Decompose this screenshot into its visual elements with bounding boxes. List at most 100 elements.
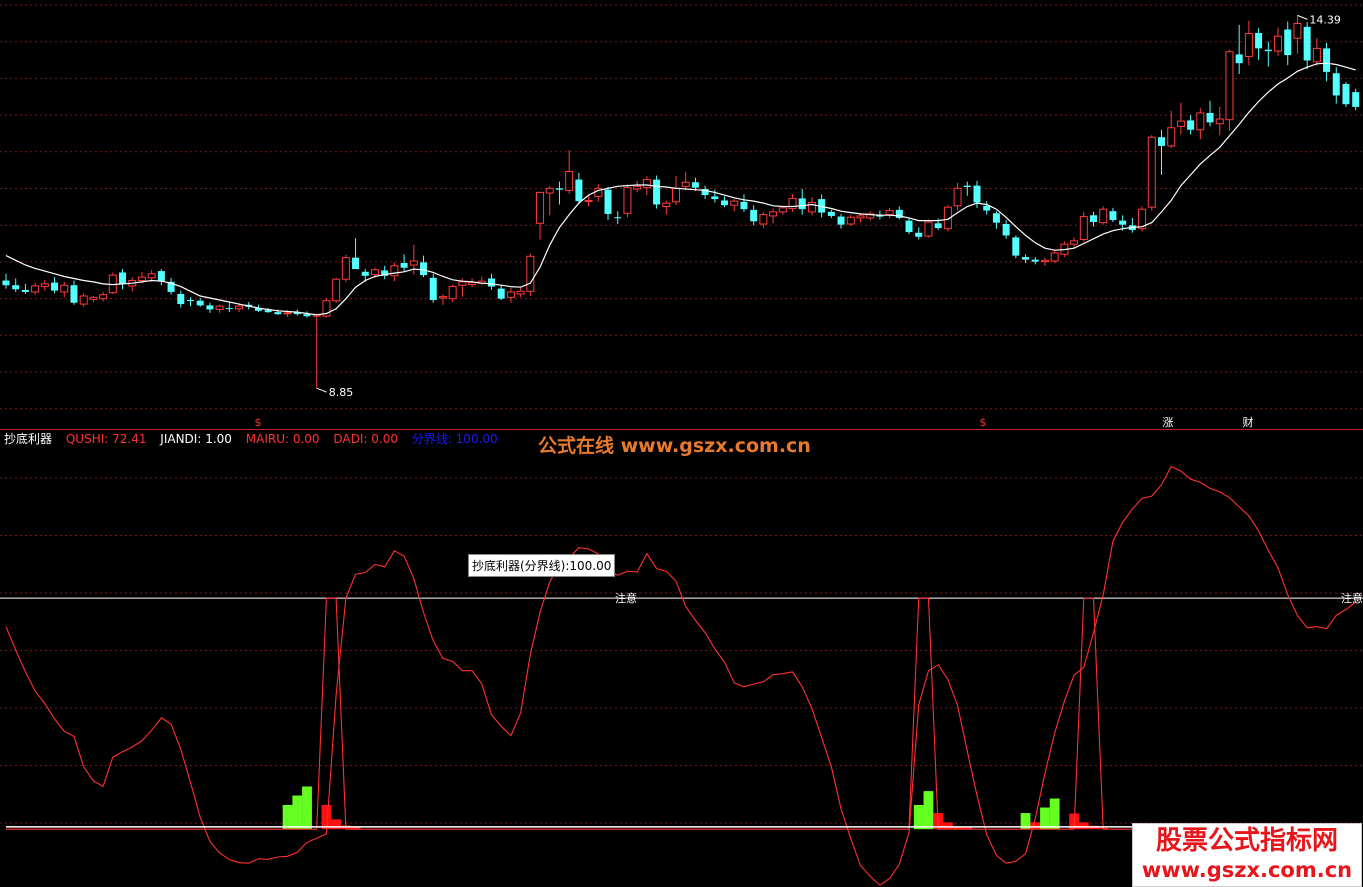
candle: [721, 196, 729, 208]
histogram-bar: [1030, 822, 1041, 830]
candle: [662, 200, 671, 215]
candle-body: [1312, 47, 1321, 63]
candle-body: [1244, 33, 1253, 57]
candle-body: [1109, 211, 1117, 220]
jiandi-value: JIANDI: 1.00: [160, 432, 232, 446]
candle-body: [458, 281, 467, 286]
candle-body: [1090, 215, 1098, 222]
candle: [1255, 28, 1263, 60]
candle-body: [691, 182, 699, 188]
candle: [788, 194, 797, 212]
candle-body: [283, 312, 292, 315]
candle: [79, 293, 88, 307]
candle: [992, 211, 1000, 229]
candle-body: [671, 187, 680, 203]
candle: [584, 196, 593, 207]
candle-body: [1187, 120, 1195, 130]
candle: [1109, 207, 1117, 222]
candle-body: [633, 185, 642, 190]
candle-body: [1050, 252, 1059, 262]
candle: [341, 254, 350, 282]
logo-title: 股票公式指标网: [1155, 826, 1338, 856]
candle: [1284, 21, 1292, 66]
candle-body: [545, 187, 554, 194]
zhuyi-label: 注意: [615, 591, 637, 605]
candle-body: [429, 277, 437, 301]
candle: [1274, 27, 1283, 56]
candle: [70, 280, 78, 305]
candle-body: [137, 276, 146, 282]
candle: [51, 277, 59, 294]
candle-body: [119, 272, 127, 284]
candle: [1138, 206, 1147, 232]
low-mark-pointer: [316, 387, 327, 393]
candle-body: [526, 255, 535, 292]
candle: [322, 298, 331, 318]
candle-body: [12, 285, 20, 290]
candle-body: [953, 187, 962, 207]
dadi-value: DADI: 0.00: [333, 432, 398, 446]
candle-body: [807, 201, 816, 213]
candle: [740, 194, 748, 212]
candle: [31, 282, 40, 295]
candle: [827, 209, 835, 218]
candle: [526, 253, 535, 296]
candle: [128, 277, 137, 292]
candle-body: [555, 188, 563, 190]
candle-body: [1176, 120, 1185, 127]
candle-body: [992, 213, 1000, 223]
candle: [1157, 129, 1165, 175]
candle: [1079, 211, 1088, 243]
event-marker: 涨: [1163, 416, 1174, 429]
candle: [312, 313, 321, 389]
candle-body: [438, 296, 447, 299]
candle-body: [730, 200, 739, 206]
candle-body: [99, 294, 108, 300]
candle: [983, 201, 991, 215]
qushi-value: QUSHI: 72.41: [65, 432, 147, 446]
candle-body: [721, 200, 729, 206]
candle-body: [973, 185, 981, 203]
candle: [12, 278, 20, 292]
candle-body: [711, 196, 719, 200]
series-tooltip: 抄底利器(分界线):100.00: [468, 554, 616, 577]
candle-body: [1293, 22, 1302, 39]
low-price-label: 8.85: [329, 386, 354, 399]
candle-body: [157, 271, 165, 282]
candle-body: [177, 293, 185, 305]
candle-body: [856, 215, 865, 219]
candle: [604, 186, 612, 220]
candle: [390, 262, 399, 282]
candle: [915, 227, 923, 240]
event-marker: $: [980, 416, 987, 429]
candle: [40, 279, 49, 291]
candle: [303, 311, 311, 318]
candle: [506, 287, 515, 303]
candle-body: [1196, 112, 1205, 131]
candle-body: [778, 207, 787, 213]
candle: [1099, 206, 1108, 225]
candle: [1215, 106, 1224, 136]
candle-body: [1274, 35, 1283, 52]
candle-body: [1157, 137, 1165, 146]
candle-body: [488, 278, 495, 287]
candle: [468, 278, 477, 288]
candle-body: [885, 210, 894, 216]
candle: [769, 208, 778, 224]
candle-body: [1079, 216, 1088, 240]
candle: [186, 297, 194, 307]
histogram-bar: [1040, 807, 1050, 830]
candle-body: [565, 171, 574, 191]
candle: [594, 184, 603, 202]
candle: [1012, 235, 1020, 259]
candle-body: [1031, 259, 1039, 262]
candle: [885, 207, 894, 218]
candle-body: [681, 181, 690, 187]
candle: [1090, 211, 1098, 227]
candle: [623, 184, 632, 218]
histogram-bar: [302, 786, 312, 830]
histogram-bar: [942, 822, 953, 830]
candle: [1352, 88, 1360, 111]
candle-body: [1070, 240, 1079, 245]
candle: [798, 189, 806, 215]
